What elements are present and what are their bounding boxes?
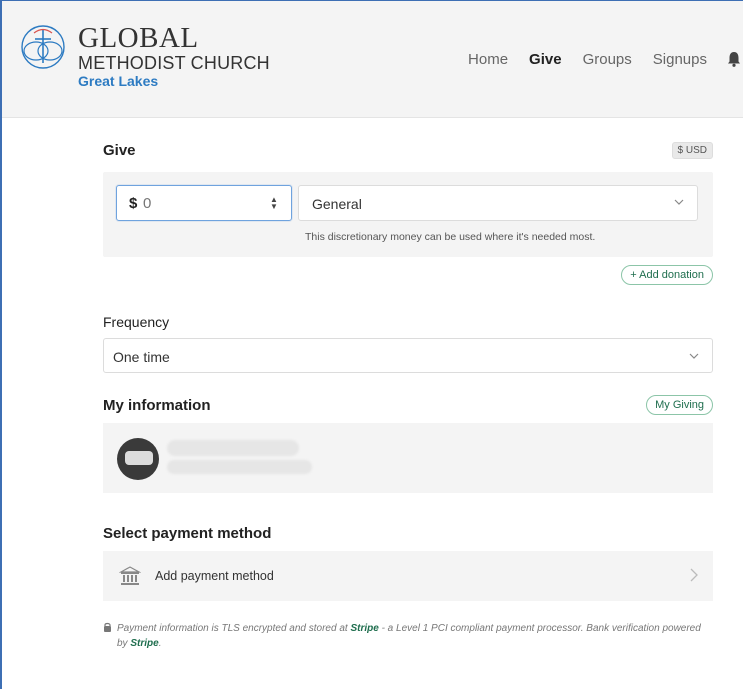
amount-field[interactable]: $ ▲▼ (116, 185, 292, 221)
fund-selected-value: General (312, 196, 362, 212)
bank-icon (119, 566, 141, 585)
frequency-select[interactable]: One time (103, 338, 713, 373)
stripe-link-2[interactable]: Stripe (130, 638, 158, 649)
my-information-title: My information (103, 396, 211, 414)
give-form: Give $ USD $ ▲▼ General This discretiona… (103, 142, 713, 651)
security-text-end: . (158, 638, 162, 649)
fund-description: This discretionary money can be used whe… (305, 231, 596, 243)
brand-line-region: Great Lakes (78, 73, 159, 89)
brand-line-methodist: METHODIST CHURCH (78, 53, 270, 73)
user-info-card (103, 423, 713, 493)
nav-groups[interactable]: Groups (583, 51, 632, 68)
chevron-down-icon (674, 199, 684, 205)
nav-give[interactable]: Give (529, 51, 562, 68)
fund-select[interactable]: General (298, 185, 698, 221)
add-donation-button[interactable]: + Add donation (621, 265, 713, 285)
amount-input[interactable] (143, 193, 253, 213)
add-payment-method-button[interactable]: Add payment method (103, 551, 713, 601)
cross-globe-logo-icon[interactable] (19, 23, 67, 71)
brand-wordmark[interactable]: GLOBAL METHODIST CHURCH Great Lakes (78, 22, 270, 90)
donation-row: $ ▲▼ General This discretionary money ca… (103, 172, 713, 257)
stripe-link[interactable]: Stripe (350, 623, 378, 634)
nav-home[interactable]: Home (468, 51, 508, 68)
site-header: GLOBAL METHODIST CHURCH Great Lakes Home… (2, 1, 743, 118)
amount-stepper-icon[interactable]: ▲ ▼ (269, 196, 279, 212)
chevron-down-icon (689, 353, 699, 359)
avatar (117, 438, 159, 480)
chevron-right-icon (690, 568, 698, 582)
brand-line-global: GLOBAL (78, 22, 199, 54)
payment-method-title: Select payment method (103, 525, 272, 542)
add-donation-wrap: + Add donation (103, 265, 713, 285)
security-note: Payment information is TLS encrypted and… (103, 621, 713, 651)
main-nav: Home Give Groups Signups (447, 50, 743, 68)
currency-badge[interactable]: $ USD (671, 142, 713, 159)
amount-currency-symbol: $ (129, 195, 138, 212)
give-header: Give $ USD (103, 142, 713, 159)
lock-icon (104, 622, 111, 632)
redacted-email (167, 460, 312, 474)
redacted-name (167, 440, 299, 456)
bell-icon[interactable] (725, 50, 743, 68)
avatar-redacted (125, 451, 153, 465)
frequency-selected-value: One time (113, 349, 170, 365)
security-text-before: Payment information is TLS encrypted and… (117, 623, 351, 634)
give-title: Give (103, 142, 136, 159)
frequency-title: Frequency (103, 314, 170, 330)
my-giving-button[interactable]: My Giving (646, 395, 713, 415)
my-information-header: My information My Giving (103, 395, 713, 415)
add-payment-method-label: Add payment method (155, 569, 274, 583)
nav-signups[interactable]: Signups (653, 51, 707, 68)
